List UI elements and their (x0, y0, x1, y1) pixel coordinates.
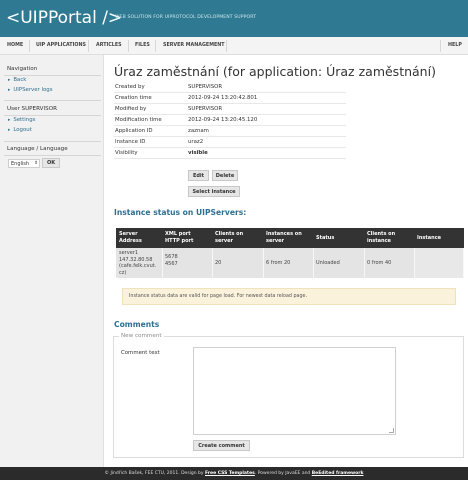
table-header-clients-on-server: Clients on server (215, 231, 244, 244)
table-header-instances-on-server: Instances on server (266, 231, 302, 244)
edit-button[interactable]: Edit (188, 170, 209, 181)
header: <UIPPortal /> WEB SOLUTION FOR UIPROTOCO… (0, 0, 468, 37)
table-header-ports: XML port HTTP port (165, 231, 194, 244)
page-title: Úraz zaměstnání (for application: Úraz z… (114, 64, 436, 79)
nav-uip-applications[interactable]: UIP APPLICATIONS (36, 43, 86, 48)
sidebar-link-label[interactable]: Back (13, 77, 26, 83)
detail-row-modified-by: Modified by SUPERVISOR (114, 104, 346, 115)
sidebar-navigation-title: Navigation (7, 66, 38, 72)
sidebar-link-back[interactable]: ▸ Back (8, 77, 26, 83)
comment-text-label: Comment text (121, 350, 160, 356)
nav-separator (226, 40, 227, 52)
language-select-value: English (11, 161, 30, 167)
nav-separator (88, 40, 89, 52)
detail-value: zaznam (188, 128, 209, 134)
table-header-instance: Instance (417, 235, 442, 241)
table-cell-clients-on-server: 20 (215, 260, 222, 266)
footer-text: © Jindřich Bašek, FEE CTU, 2011. Design … (104, 471, 206, 476)
sidebar-link-label[interactable]: Settings (13, 117, 35, 123)
status-section-title: Instance status on UIPServers: (114, 208, 247, 217)
site-logo[interactable]: <UIPPortal /> (6, 8, 122, 28)
footer-text: . Powered by JavaEE and (254, 471, 312, 476)
table-header-status: Status (316, 235, 335, 241)
nav-home[interactable]: HOME (7, 43, 23, 48)
site-tagline: WEB SOLUTION FOR UIPROTOCOL DEVELOPMENT … (115, 15, 257, 20)
footer: © Jindřich Bašek, FEE CTU, 2011. Design … (0, 467, 468, 480)
sidebar-divider (4, 155, 101, 156)
resize-handle-icon[interactable] (389, 428, 394, 433)
detail-label: Modification time (115, 117, 162, 123)
detail-row-modification-time: Modification time 2012-09-24 13:20:45.12… (114, 115, 346, 126)
nav-separator (155, 40, 156, 52)
language-select[interactable]: English ⬍ (8, 159, 40, 168)
sidebar-divider (4, 141, 101, 142)
comment-textarea[interactable] (193, 347, 396, 435)
detail-row-application-id: Application ID zaznam (114, 126, 346, 137)
detail-value: uraz2 (188, 139, 204, 145)
sidebar-link-settings[interactable]: ▸ Settings (8, 117, 35, 123)
info-notice: Instance status data are valid for page … (122, 288, 456, 305)
detail-label: Modified by (115, 106, 147, 112)
arrow-right-icon: ▸ (8, 118, 11, 123)
comments-section-title: Comments (114, 320, 160, 329)
new-comment-legend: New comment (119, 333, 164, 339)
table-cell-clients-on-instance: 0 from 40 (367, 260, 392, 266)
nav-separator (29, 40, 30, 52)
table-header-server: Server Address (119, 231, 142, 244)
footer-link-framework[interactable]: BeEdited framework (312, 471, 364, 476)
sidebar-link-uipserver-logs[interactable]: ▸ UIPServer logs (8, 87, 53, 93)
detail-label: Instance ID (115, 139, 146, 145)
sidebar-divider (4, 115, 101, 116)
nav-separator (440, 40, 441, 52)
sidebar-language-title: Language / Language (7, 146, 68, 152)
sidebar-link-label[interactable]: Logout (13, 127, 31, 133)
detail-row-instance-id: Instance ID uraz2 (114, 137, 346, 148)
detail-label: Creation time (115, 95, 152, 101)
table-row: server1 147.32.80.58 (cafe.felk.cvut. cz… (116, 248, 464, 278)
chevron-down-icon: ⬍ (34, 161, 38, 166)
sidebar-link-label[interactable]: UIPServer logs (13, 87, 52, 93)
detail-label: Created by (115, 84, 145, 90)
detail-value: 2012-09-24 13:20:45.120 (188, 117, 258, 123)
sidebar: Navigation ▸ Back ▸ UIPServer logs User SU… (0, 55, 104, 467)
arrow-right-icon: ▸ (8, 128, 11, 133)
nav-separator (128, 40, 129, 52)
sidebar-divider (4, 100, 101, 101)
language-ok-button[interactable]: OK (42, 158, 60, 168)
sidebar-user-title: User SUPERVISOR (7, 106, 57, 112)
arrow-right-icon: ▸ (8, 78, 11, 83)
detail-value: 2012-09-24 13:20:42.801 (188, 95, 258, 101)
nav-help[interactable]: HELP (448, 43, 462, 48)
table-cell-server: server1 147.32.80.58 (cafe.felk.cvut. cz… (119, 250, 157, 276)
detail-label: Application ID (115, 128, 153, 134)
sidebar-link-logout[interactable]: ▸ Logout (8, 127, 32, 133)
detail-value: SUPERVISOR (188, 84, 223, 90)
detail-row-created-by: Created by SUPERVISOR (114, 82, 346, 93)
detail-label: Visibility (115, 150, 138, 156)
table-header-clients-on-instance: Clients on instance (367, 231, 396, 244)
nav-files[interactable]: FILES (135, 43, 150, 48)
nav-articles[interactable]: ARTICLES (96, 43, 122, 48)
nav-server-management[interactable]: SERVER MANAGEMENT (163, 43, 225, 48)
select-instance-button[interactable]: Select instance (188, 186, 240, 197)
status-table-header: Server Address XML port HTTP port Clients … (116, 228, 464, 248)
delete-button[interactable]: Delete (212, 170, 238, 181)
detail-value: visible (188, 150, 208, 156)
table-cell-ports: 5678 4567 (165, 254, 178, 267)
top-navigation: HOME UIP APPLICATIONS ARTICLES FILES SER… (0, 37, 468, 55)
footer-link-templates[interactable]: Free CSS Templates (205, 471, 255, 476)
table-cell-instances-on-server: 6 from 20 (266, 260, 291, 266)
detail-row-visibility: Visibility visible (114, 148, 346, 159)
table-cell-status: Unloaded (316, 260, 340, 266)
detail-row-creation-time: Creation time 2012-09-24 13:20:42.801 (114, 93, 346, 104)
create-comment-button[interactable]: Create comment (193, 440, 250, 451)
arrow-right-icon: ▸ (8, 88, 11, 93)
detail-value: SUPERVISOR (188, 106, 223, 112)
sidebar-divider (4, 75, 101, 76)
